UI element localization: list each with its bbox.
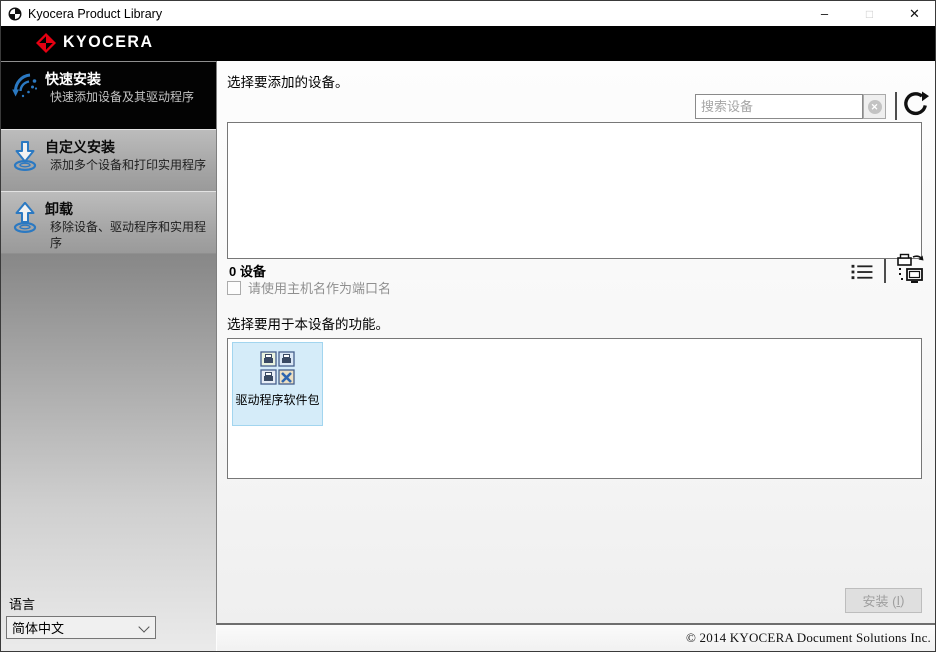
device-list[interactable] xyxy=(227,122,922,259)
maximize-button: □ xyxy=(865,6,874,21)
minimize-button[interactable]: – xyxy=(802,1,847,26)
refresh-icon xyxy=(904,91,929,116)
discover-devices-button[interactable] xyxy=(895,253,927,287)
app-icon xyxy=(8,7,22,21)
use-hostname-checkbox[interactable] xyxy=(227,280,241,295)
sidebar: 快速安装 快速添加设备及其驱动程序 自定义安装 添加多个设备和打印实用程序 卸载… xyxy=(1,61,216,651)
chevron-down-icon xyxy=(140,625,148,633)
refresh-button[interactable] xyxy=(901,91,929,119)
sidebar-item-title: 自定义安装 xyxy=(45,139,115,155)
window-controls: – □ ✕ xyxy=(802,1,935,26)
header-band: KYOCERA xyxy=(1,26,935,61)
footer: © 2014 KYOCERA Document Solutions Inc. xyxy=(217,625,935,651)
sidebar-item-express-install[interactable]: 快速安装 快速添加设备及其驱动程序 xyxy=(1,61,216,129)
language-label: 语言 xyxy=(9,597,36,612)
driver-package-tile[interactable]: 驱动程序软件包 xyxy=(232,342,323,426)
sidebar-item-subtitle: 添加多个设备和打印实用程序 xyxy=(50,158,207,172)
language-area: 语言 简体中文 xyxy=(1,593,216,651)
clear-search-button[interactable]: ✕ xyxy=(863,94,886,119)
sidebar-item-subtitle: 快速添加设备及其驱动程序 xyxy=(50,90,195,104)
hostname-checkbox-row: 请使用主机名作为端口名 xyxy=(227,278,391,297)
language-dropdown[interactable]: 简体中文 xyxy=(6,616,156,639)
sidebar-item-subtitle: 移除设备、驱动程序和实用程序 xyxy=(50,220,207,250)
features-list: 驱动程序软件包 xyxy=(227,338,922,479)
install-button[interactable]: 安装 (I) xyxy=(845,588,922,613)
window-title: Kyocera Product Library xyxy=(28,6,163,21)
sidebar-item-uninstall[interactable]: 卸载 移除设备、驱动程序和实用程序 xyxy=(1,191,216,254)
sidebar-item-title: 卸载 xyxy=(45,201,73,217)
main-panel: 选择要添加的设备。 ✕ 0 设备 xyxy=(216,61,935,625)
toolbar-divider-2 xyxy=(884,259,886,283)
driver-package-label: 驱动程序软件包 xyxy=(235,393,320,407)
use-hostname-label: 请使用主机名作为端口名 xyxy=(248,281,392,296)
titlebar: Kyocera Product Library – □ ✕ xyxy=(1,1,935,26)
custom-install-icon xyxy=(9,140,41,172)
copyright-text: © 2014 KYOCERA Document Solutions Inc. xyxy=(686,630,931,645)
kyocera-logo-icon xyxy=(36,33,56,53)
list-view-button[interactable] xyxy=(850,262,874,281)
close-button[interactable]: ✕ xyxy=(892,1,935,26)
kyocera-product-library-window: Kyocera Product Library – □ ✕ KYOCERA 快速… xyxy=(0,0,936,652)
uninstall-icon xyxy=(9,201,41,234)
language-dropdown-value: 简体中文 xyxy=(12,621,65,636)
express-install-icon xyxy=(9,72,41,104)
kyocera-logo: KYOCERA xyxy=(36,33,154,53)
search-devices-input[interactable] xyxy=(695,94,863,119)
list-view-icon xyxy=(851,264,873,280)
clear-search-icon: ✕ xyxy=(867,99,882,114)
sidebar-item-title: 快速安装 xyxy=(45,71,101,87)
kyocera-logo-text: KYOCERA xyxy=(63,33,154,52)
discover-devices-icon xyxy=(897,253,924,283)
select-devices-heading: 选择要添加的设备。 xyxy=(227,75,349,90)
driver-package-icon xyxy=(259,349,296,385)
toolbar-divider xyxy=(895,92,897,120)
select-features-heading: 选择要用于本设备的功能。 xyxy=(227,317,389,332)
sidebar-item-custom-install[interactable]: 自定义安装 添加多个设备和打印实用程序 xyxy=(1,129,216,191)
